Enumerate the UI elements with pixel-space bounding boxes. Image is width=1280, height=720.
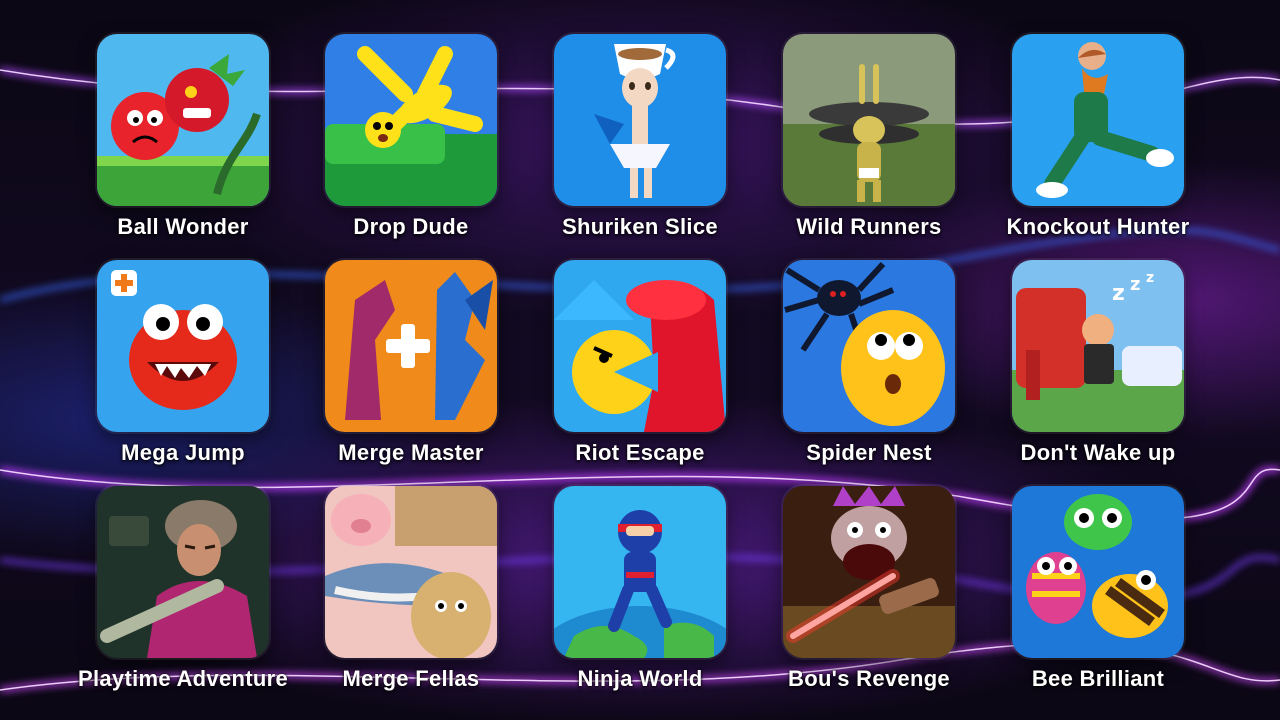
game-tile-playtime-adventure[interactable]: Playtime Adventure — [67, 486, 299, 706]
game-title: Shuriken Slice — [562, 214, 718, 239]
bee-bugs-icon[interactable] — [1012, 486, 1184, 658]
game-tile-ball-wonder[interactable]: Ball Wonder — [67, 34, 299, 254]
dinosaur-plus-dragon-icon[interactable] — [325, 260, 497, 432]
game-tile-bee-brilliant[interactable]: Bee Brilliant — [982, 486, 1214, 706]
game-tile-mega-jump[interactable]: Mega Jump — [67, 260, 299, 480]
svg-text:z: z — [1146, 270, 1154, 286]
game-title: Wild Runners — [796, 214, 942, 239]
lightsaber-monster-icon[interactable] — [783, 486, 955, 658]
sleeping-elephant-icon[interactable]: z z z — [1012, 260, 1184, 432]
game-title: Mega Jump — [121, 440, 245, 465]
game-title: Bee Brilliant — [1031, 666, 1165, 691]
falling-ragdoll-icon[interactable] — [325, 34, 497, 206]
svg-text:z: z — [1112, 281, 1125, 306]
game-title: Merge Master — [338, 440, 484, 465]
game-title: Riot Escape — [575, 440, 705, 465]
ballerina-teacup-icon[interactable] — [554, 34, 726, 206]
game-tile-drop-dude[interactable]: Drop Dude — [295, 34, 527, 254]
game-tile-wild-runners[interactable]: Wild Runners — [753, 34, 985, 254]
ninja-globe-icon[interactable] — [554, 486, 726, 658]
game-title: Spider Nest — [806, 440, 932, 465]
game-title: Ball Wonder — [117, 214, 249, 239]
game-grid: Ball Wonder Drop Dude Shuriken Slice Wil… — [0, 0, 1280, 720]
game-tile-dont-wake-up[interactable]: z z z Don't Wake up — [982, 260, 1214, 480]
spider-yellow-face-icon[interactable] — [783, 260, 955, 432]
game-title: Knockout Hunter — [1006, 214, 1190, 239]
game-tile-shuriken-slice[interactable]: Shuriken Slice — [524, 34, 756, 254]
red-ball-icon[interactable] — [97, 34, 269, 206]
game-tile-riot-escape[interactable]: Riot Escape — [524, 260, 756, 480]
angry-pacman-icon[interactable] — [554, 260, 726, 432]
kicking-man-icon[interactable] — [1012, 34, 1184, 206]
game-tile-merge-fellas[interactable]: Merge Fellas — [295, 486, 527, 706]
game-tile-bous-revenge[interactable]: Bou's Revenge — [753, 486, 985, 706]
game-title: Don't Wake up — [1020, 440, 1176, 465]
game-tile-merge-master[interactable]: Merge Master — [295, 260, 527, 480]
game-tile-knockout-hunter[interactable]: Knockout Hunter — [982, 34, 1214, 254]
scary-teacher-icon[interactable] — [97, 486, 269, 658]
game-title: Bou's Revenge — [788, 666, 950, 691]
game-title: Ninja World — [577, 666, 703, 691]
game-tile-ninja-world[interactable]: Ninja World — [524, 486, 756, 706]
rabbit-runner-icon[interactable] — [783, 34, 955, 206]
game-title: Merge Fellas — [342, 666, 480, 691]
pig-shark-fella-icon[interactable] — [325, 486, 497, 658]
game-title: Drop Dude — [353, 214, 469, 239]
game-title: Playtime Adventure — [78, 666, 288, 691]
svg-text:z: z — [1130, 274, 1140, 295]
game-tile-spider-nest[interactable]: Spider Nest — [753, 260, 985, 480]
red-monster-icon[interactable] — [97, 260, 269, 432]
